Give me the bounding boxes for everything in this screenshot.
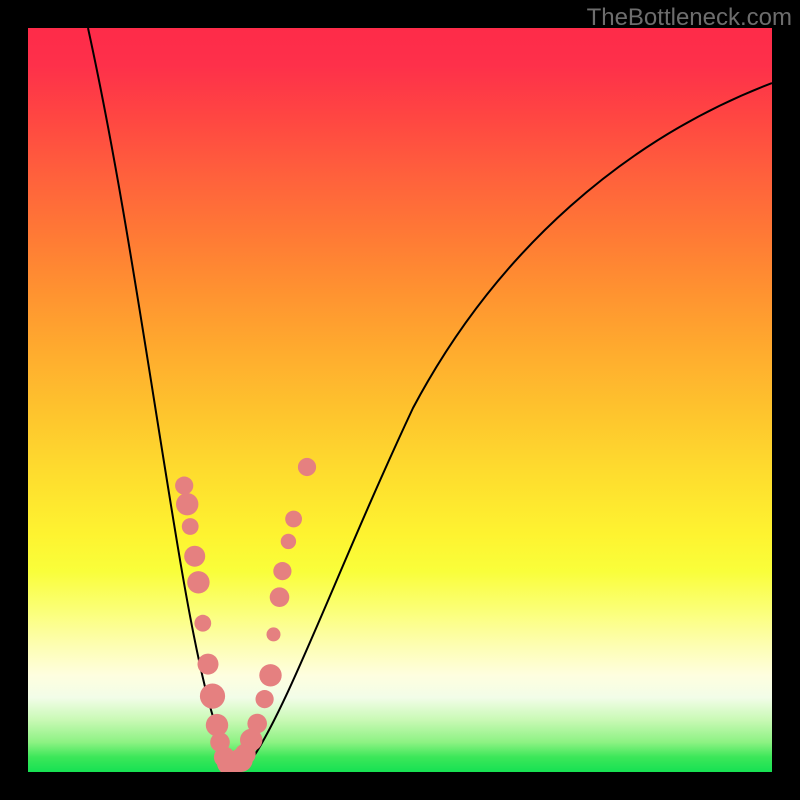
scatter-dot — [187, 571, 209, 593]
scatter-points — [175, 458, 316, 772]
scatter-dot — [285, 511, 302, 528]
scatter-dot — [267, 627, 281, 641]
scatter-dot — [198, 654, 219, 675]
scatter-dot — [273, 562, 291, 580]
bottleneck-curve — [88, 28, 772, 768]
scatter-dot — [184, 546, 205, 567]
plot-area — [28, 28, 772, 772]
scatter-dot — [176, 493, 198, 515]
scatter-dot — [298, 458, 316, 476]
scatter-dot — [194, 615, 211, 632]
scatter-dot — [259, 664, 281, 686]
bottleneck-curve-svg — [28, 28, 772, 772]
chart-container: TheBottleneck.com — [0, 0, 800, 800]
scatter-dot — [182, 518, 199, 535]
scatter-dot — [281, 534, 296, 549]
scatter-dot — [200, 684, 225, 709]
scatter-dot — [247, 714, 267, 734]
scatter-dot — [175, 477, 193, 495]
scatter-dot — [256, 690, 274, 708]
watermark-text: TheBottleneck.com — [587, 4, 792, 32]
scatter-dot — [270, 587, 290, 607]
